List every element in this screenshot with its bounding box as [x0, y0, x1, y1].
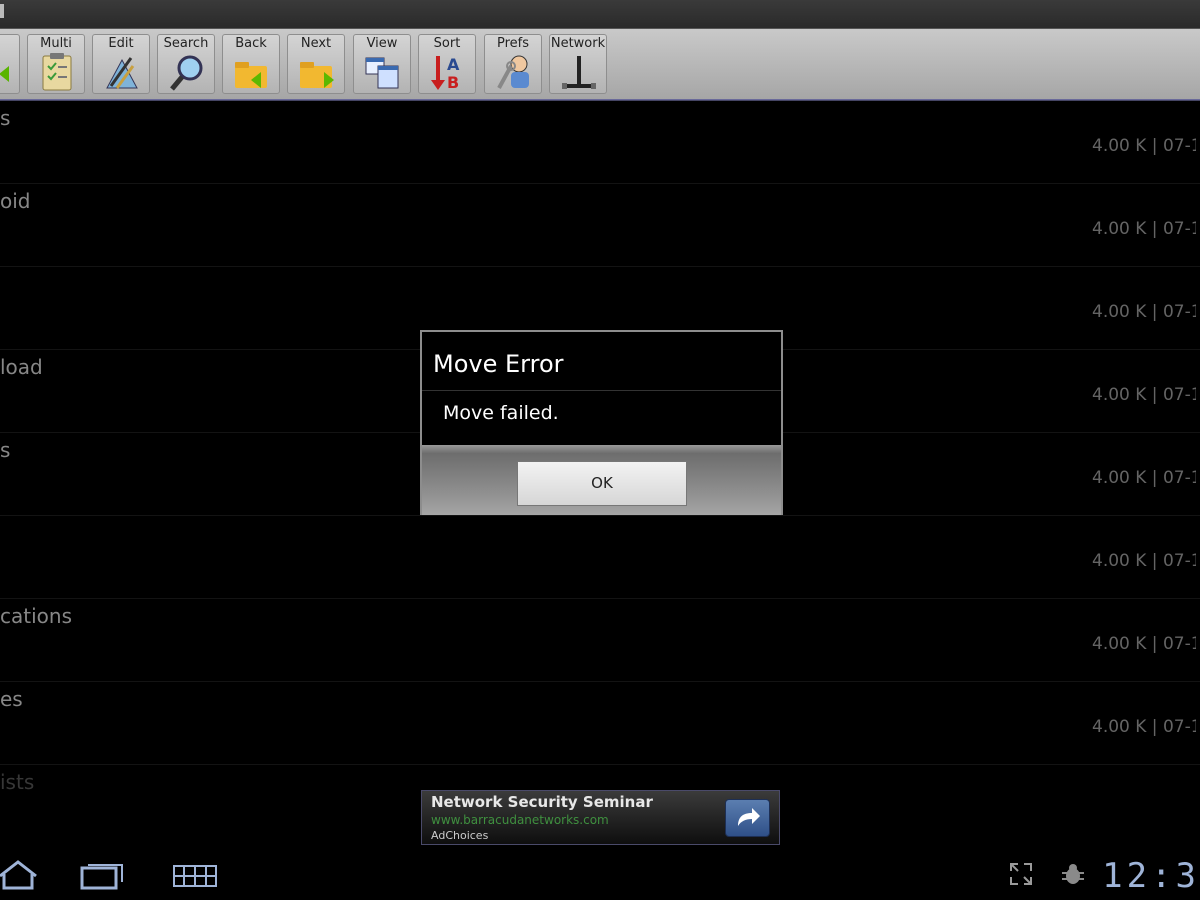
app-grid-icon[interactable]: [172, 864, 218, 888]
dialog-message: Move failed.: [443, 402, 559, 424]
network-icon: [562, 56, 596, 89]
toolbar: Multi Edit Search Back Next View Sort A …: [0, 29, 1200, 101]
toolbar-button-prefs[interactable]: Prefs: [484, 34, 542, 94]
title-fragment: [0, 4, 4, 18]
toolbar-button-edit[interactable]: Edit: [92, 34, 150, 94]
partial-toolbar-button[interactable]: [0, 34, 20, 94]
toolbar-label: Network: [550, 36, 606, 51]
folder-next-icon: [300, 62, 334, 88]
toolbar-label: Multi: [40, 36, 72, 51]
debug-bug-icon: [1062, 864, 1084, 884]
toolbar-label: Next: [300, 36, 332, 51]
svg-text:B: B: [447, 73, 459, 92]
toolbar-label: Search: [163, 36, 209, 51]
share-arrow-icon: [738, 808, 760, 826]
prefs-wrench-icon: [497, 55, 529, 89]
toolbar-label: Prefs: [496, 36, 530, 51]
toolbar-label: View: [366, 36, 398, 51]
clock-readout: 12:3: [1102, 856, 1200, 896]
home-icon[interactable]: [0, 858, 40, 892]
ok-button[interactable]: OK: [517, 461, 687, 506]
toolbar-button-multi[interactable]: Multi: [27, 34, 85, 94]
title-bar: [0, 0, 1200, 29]
recent-apps-icon[interactable]: [80, 860, 126, 890]
toolbar-button-back[interactable]: Back: [222, 34, 280, 94]
dialog-divider: [422, 390, 781, 391]
move-error-dialog: Move Error Move failed. OK: [420, 330, 783, 515]
edit-tools-icon: [106, 57, 138, 89]
toolbar-button-search[interactable]: Search: [157, 34, 215, 94]
toolbar-button-sort[interactable]: Sort A B: [418, 34, 476, 94]
view-windows-icon: [365, 57, 399, 89]
system-nav-bar: 12:3: [0, 850, 1200, 900]
ad-banner[interactable]: Network Security Seminar www.barracudane…: [421, 790, 780, 845]
dialog-footer: OK: [422, 445, 781, 515]
toolbar-button-view[interactable]: View: [353, 34, 411, 94]
fullscreen-icon[interactable]: [1009, 862, 1033, 886]
folder-back-icon: [235, 62, 267, 88]
clipboard-check-icon: [42, 53, 72, 91]
ad-open-button[interactable]: [725, 799, 770, 837]
toolbar-label: Sort: [433, 36, 461, 51]
toolbar-button-next[interactable]: Next: [287, 34, 345, 94]
toolbar-label: Edit: [108, 36, 134, 51]
ad-title: Network Security Seminar: [431, 793, 653, 811]
toolbar-button-network[interactable]: Network: [549, 34, 607, 94]
dialog-title: Move Error: [433, 350, 564, 378]
svg-text:A: A: [447, 55, 460, 74]
sort-ab-icon: A B: [431, 55, 460, 92]
magnifier-icon: [170, 55, 203, 91]
toolbar-label: Back: [235, 36, 267, 51]
ad-choices-label[interactable]: AdChoices: [431, 829, 488, 842]
ad-url: www.barracudanetworks.com: [431, 813, 609, 827]
